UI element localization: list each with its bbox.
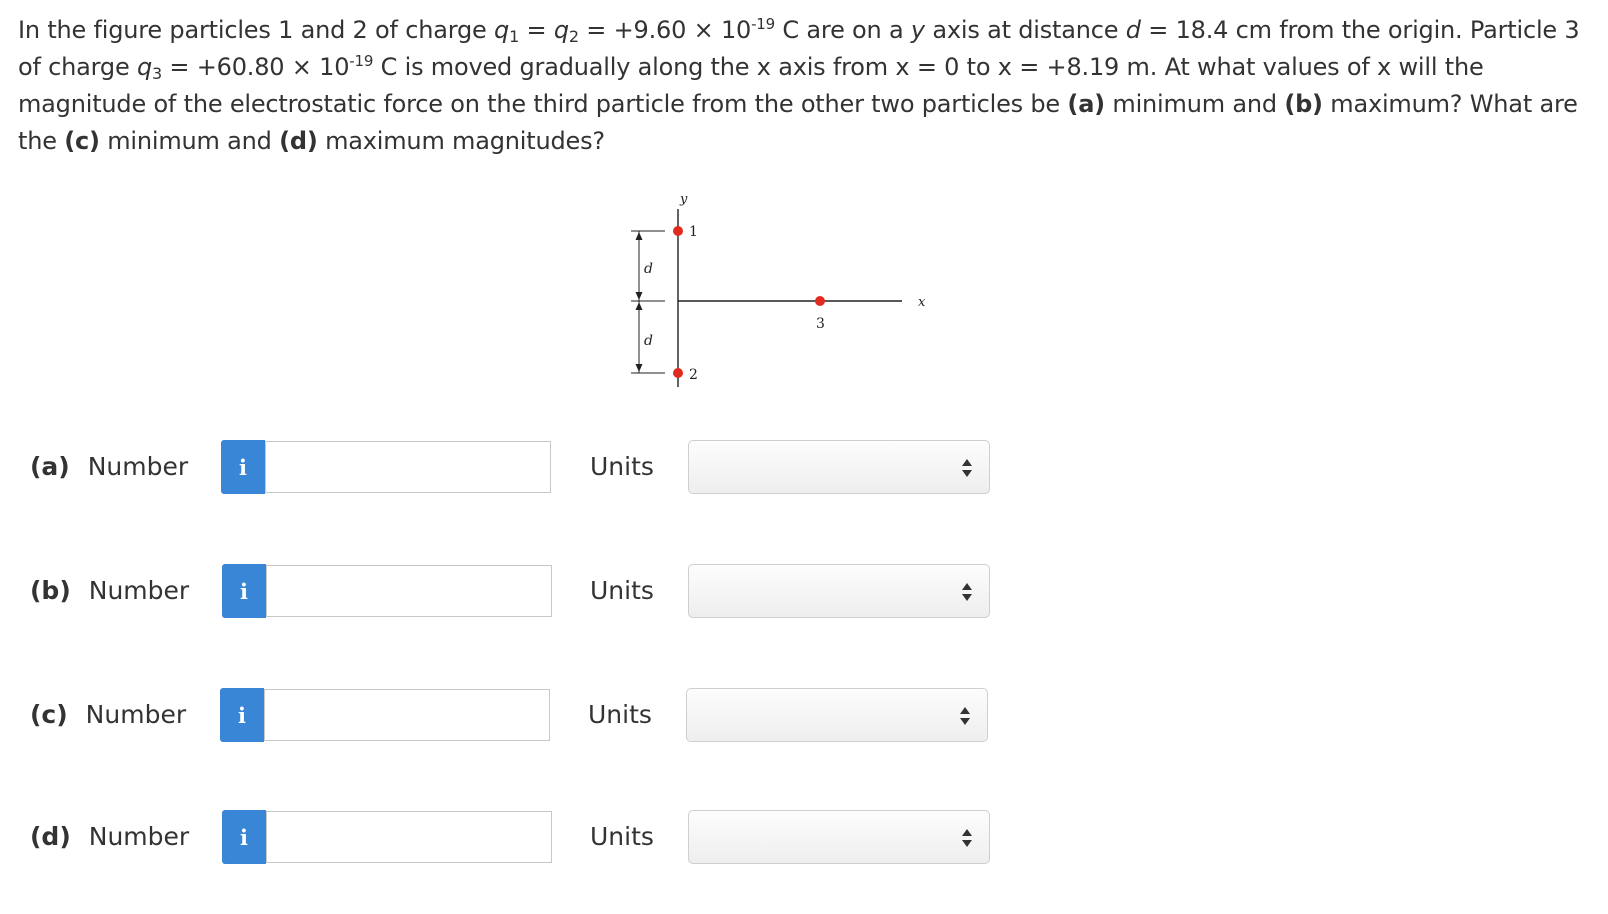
number-label: Number bbox=[88, 576, 190, 605]
units-select-a[interactable] bbox=[688, 440, 990, 494]
part-a-tag: (a) bbox=[1067, 90, 1105, 118]
var-q2: q bbox=[553, 16, 569, 44]
particle-1-label: 1 bbox=[689, 224, 698, 240]
info-button[interactable]: i bbox=[222, 564, 266, 618]
units-label: Units bbox=[590, 452, 654, 481]
units-label: Units bbox=[590, 822, 654, 851]
info-button[interactable]: i bbox=[220, 688, 264, 742]
units-select-b[interactable] bbox=[688, 564, 990, 618]
var-q1: q bbox=[494, 16, 510, 44]
part-tag: (c) bbox=[30, 700, 68, 729]
row-label: (d) Number bbox=[30, 822, 189, 851]
distance-label-top: d bbox=[644, 261, 653, 277]
answer-row-a: (a) Number i Units bbox=[0, 440, 1100, 496]
particle-1 bbox=[673, 226, 683, 236]
part-tag: (b) bbox=[30, 576, 71, 605]
sub-1: 1 bbox=[509, 27, 520, 46]
charge-figure: y x 1 2 3 d d bbox=[620, 185, 950, 395]
info-button[interactable]: i bbox=[222, 810, 266, 864]
number-input-b[interactable] bbox=[266, 565, 552, 617]
part-tag: (a) bbox=[30, 452, 70, 481]
info-icon: i bbox=[240, 824, 248, 850]
exponent: -19 bbox=[349, 52, 374, 70]
answer-row-d: (d) Number i Units bbox=[0, 810, 1100, 866]
part-tag: (d) bbox=[30, 822, 71, 851]
units-label: Units bbox=[590, 576, 654, 605]
arrow-up-icon bbox=[635, 232, 643, 240]
var-q3: q bbox=[136, 53, 152, 81]
var-y: y bbox=[910, 16, 925, 44]
number-input-d[interactable] bbox=[266, 811, 552, 863]
answer-row-c: (c) Number i Units bbox=[0, 688, 1100, 744]
row-label: (c) Number bbox=[30, 700, 186, 729]
problem-text: minimum and bbox=[1104, 90, 1285, 118]
info-icon: i bbox=[239, 454, 247, 480]
row-label: (b) Number bbox=[30, 576, 189, 605]
units-select-c[interactable] bbox=[686, 688, 988, 742]
arrow-down-icon bbox=[635, 292, 643, 300]
problem-text: maximum magnitudes? bbox=[317, 127, 605, 155]
problem-text: axis at distance bbox=[924, 16, 1126, 44]
sub-2: 2 bbox=[568, 27, 579, 46]
number-input-a[interactable] bbox=[265, 441, 551, 493]
part-c-tag: (c) bbox=[64, 127, 100, 155]
arrow-up-icon bbox=[635, 302, 643, 310]
particle-3 bbox=[815, 296, 825, 306]
sub-3: 3 bbox=[152, 64, 162, 83]
problem-statement: In the figure particles 1 and 2 of charg… bbox=[18, 12, 1598, 160]
info-icon: i bbox=[240, 578, 248, 604]
number-label: Number bbox=[85, 700, 187, 729]
x-axis-label: x bbox=[918, 295, 926, 310]
info-icon: i bbox=[238, 702, 246, 728]
exponent: -19 bbox=[751, 15, 775, 33]
number-label: Number bbox=[87, 452, 189, 481]
select-arrows-icon bbox=[962, 459, 972, 477]
charge-diagram: y x 1 2 3 d d bbox=[631, 192, 926, 387]
part-d-tag: (d) bbox=[279, 127, 318, 155]
problem-text: = +60.80 × 10 bbox=[161, 53, 350, 81]
part-b-tag: (b) bbox=[1284, 90, 1323, 118]
answer-row-b: (b) Number i Units bbox=[0, 564, 1100, 620]
var-d: d bbox=[1125, 16, 1141, 44]
particle-2-label: 2 bbox=[689, 367, 698, 383]
problem-text: = +9.60 × 10 bbox=[578, 16, 752, 44]
number-label: Number bbox=[88, 822, 190, 851]
units-select-d[interactable] bbox=[688, 810, 990, 864]
particle-3-label: 3 bbox=[816, 316, 825, 332]
select-arrows-icon bbox=[960, 707, 970, 725]
problem-text: In the figure particles 1 and 2 of charg… bbox=[18, 16, 495, 44]
y-axis-label: y bbox=[679, 192, 688, 207]
problem-text: = bbox=[519, 16, 554, 44]
number-input-c[interactable] bbox=[264, 689, 550, 741]
row-label: (a) Number bbox=[30, 452, 188, 481]
select-arrows-icon bbox=[962, 829, 972, 847]
particle-2 bbox=[673, 368, 683, 378]
problem-text: minimum and bbox=[99, 127, 280, 155]
distance-label-bottom: d bbox=[644, 333, 653, 349]
info-button[interactable]: i bbox=[221, 440, 265, 494]
arrow-down-icon bbox=[635, 364, 643, 372]
units-label: Units bbox=[588, 700, 652, 729]
select-arrows-icon bbox=[962, 583, 972, 601]
problem-text: C are on a bbox=[775, 16, 911, 44]
